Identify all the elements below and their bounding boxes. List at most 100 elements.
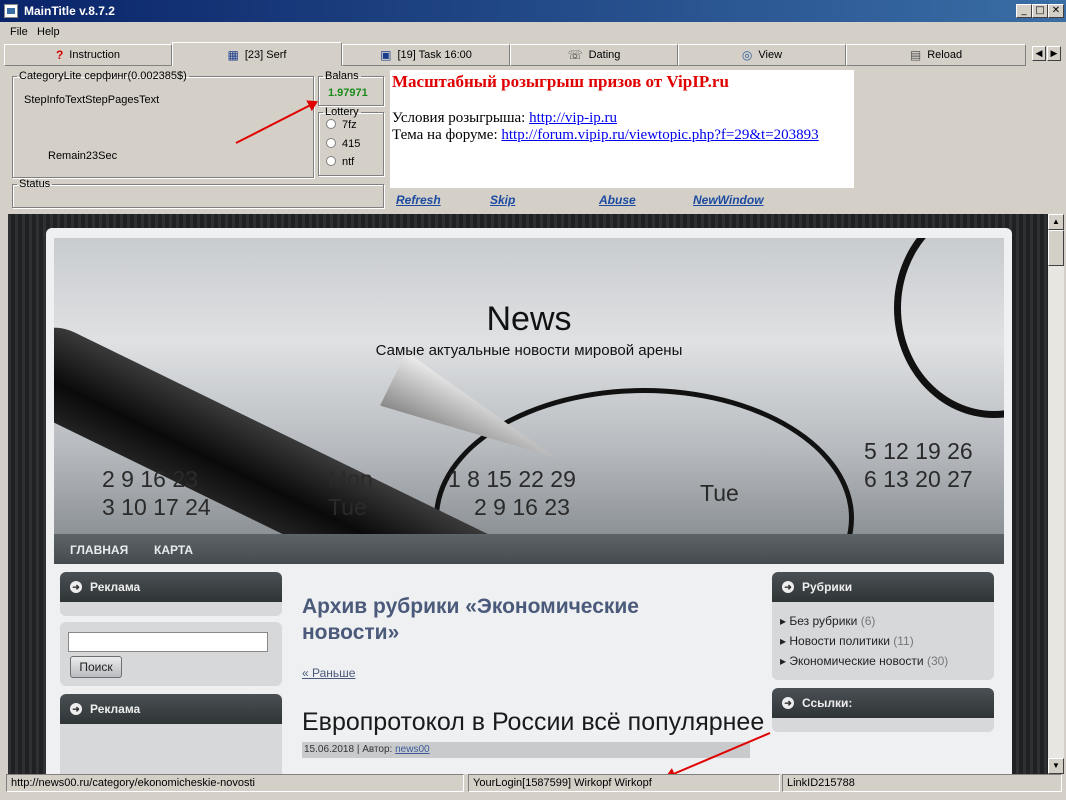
balans-value: 1.97971 — [328, 87, 368, 99]
scroll-up-icon[interactable]: ▲ — [1048, 214, 1064, 230]
status-bar: http://news00.ru/category/ekonomicheskie… — [0, 774, 1066, 792]
nav-home[interactable]: ГЛАВНАЯ — [70, 543, 128, 557]
calendar-text: 2 9 16 23 — [102, 466, 198, 492]
tab-scroll-left[interactable]: ◀ — [1032, 46, 1046, 61]
post-author-link[interactable]: news00 — [395, 744, 429, 755]
arrow-right-icon: ➜ — [70, 703, 82, 715]
widget-links-header: ➜ Ссылки: — [772, 688, 994, 718]
newwindow-link[interactable]: NewWindow — [693, 193, 764, 207]
skip-link[interactable]: Skip — [490, 193, 515, 207]
ad-line-label: Тема на форуме: — [392, 127, 502, 143]
category-item[interactable]: ▸ Без рубрики (6) — [780, 614, 948, 628]
calendar-text: Tue — [328, 494, 367, 520]
minimize-button[interactable]: _ — [1016, 4, 1032, 18]
lottery-option[interactable]: 415 — [326, 138, 360, 150]
arrow-right-icon: ➜ — [70, 581, 82, 593]
widget-ads-header: ➜ Реклама — [60, 572, 282, 602]
tab-instruction[interactable]: ? Instruction — [4, 44, 172, 66]
tab-label: Reload — [927, 49, 963, 61]
scroll-thumb[interactable] — [1048, 230, 1064, 266]
status-legend: Status — [19, 178, 51, 190]
widget-title: Реклама — [90, 580, 141, 594]
ad-line-forum: Тема на форуме: http://forum.vipip.ru/vi… — [392, 127, 852, 144]
close-button[interactable]: ✕ — [1048, 4, 1064, 18]
category-name: Без рубрики — [789, 614, 858, 628]
category-name: Новости политики — [789, 634, 890, 648]
ad-line-label: Условия розыгрыша: — [392, 110, 530, 126]
calendar-text: 6 13 20 27 — [864, 466, 973, 492]
ad-rules-link[interactable]: http://vip-ip.ru — [529, 110, 617, 126]
category-count: (11) — [893, 634, 914, 648]
category-item[interactable]: ▸ Экономические новости (30) — [780, 654, 948, 668]
lottery-option[interactable]: 7fz — [326, 119, 357, 131]
title-bar: MainTitle v.8.7.2 _ □ ✕ — [0, 0, 1066, 22]
view-icon: ◎ — [741, 48, 753, 62]
question-icon: ? — [55, 48, 64, 62]
refresh-link[interactable]: Refresh — [396, 193, 441, 207]
vertical-scrollbar[interactable]: ▲ ▼ — [1048, 214, 1064, 774]
search-button[interactable]: Поиск — [70, 656, 122, 678]
widget-ads2-body — [60, 724, 282, 774]
status-group: Status — [12, 178, 384, 208]
ad-forum-link[interactable]: http://forum.vipip.ru/viewtopic.php?f=29… — [501, 127, 818, 143]
site-title: News — [486, 300, 572, 338]
radio-icon — [326, 119, 336, 129]
archive-heading: Архив рубрики «Экономические новости» — [302, 595, 639, 644]
nav-map[interactable]: КАРТА — [154, 543, 193, 557]
menu-file[interactable]: File — [10, 26, 28, 38]
remain-text: Remain23Sec — [48, 150, 118, 162]
calendar-text: 5 12 19 26 — [864, 438, 973, 464]
tab-scroll-right[interactable]: ▶ — [1047, 46, 1061, 61]
radio-icon — [326, 138, 336, 148]
category-count: (30) — [926, 654, 949, 668]
search-input[interactable] — [68, 632, 268, 652]
ad-line-rules: Условия розыгрыша: http://vip-ip.ru — [392, 110, 852, 127]
ad-title: Масштабный розыгрыш призов от VipIP.ru — [392, 72, 729, 91]
widget-links-body — [772, 718, 994, 732]
arrow-right-icon: ➜ — [782, 581, 794, 593]
calendar-text: Tue — [700, 480, 739, 506]
grid-icon: ▤ — [909, 48, 922, 62]
calendar-text: 2 9 16 23 — [474, 494, 570, 520]
menu-bar: File Help — [0, 22, 1066, 42]
post-date: 15.06.2018 | Автор: — [304, 744, 396, 755]
lottery-option[interactable]: ntf — [326, 156, 354, 168]
tab-label: Instruction — [69, 49, 121, 61]
step-info-text: StepInfoTextStepPagesText — [24, 94, 160, 106]
tab-label: View — [758, 49, 783, 61]
widget-title: Реклама — [90, 702, 141, 716]
widget-title: Рубрики — [802, 580, 853, 594]
category-list: ▸ Без рубрики (6) ▸ Новости политики (11… — [780, 614, 948, 674]
widget-ads2-header: ➜ Реклама — [60, 694, 282, 724]
abuse-link[interactable]: Abuse — [599, 193, 636, 207]
site-header: 2 9 16 23 Mon 1 8 15 22 29 5 12 19 26 3 … — [54, 238, 1004, 534]
status-url: http://news00.ru/category/ekonomicheskie… — [6, 774, 464, 792]
status-link-id: LinkID215788 — [782, 774, 1062, 792]
tab-view[interactable]: ◎ View — [678, 44, 846, 66]
scroll-down-icon[interactable]: ▼ — [1048, 758, 1064, 774]
widget-ads-body — [60, 602, 282, 616]
arrow-right-icon: ➜ — [782, 697, 794, 709]
tab-serf[interactable]: ▦ [23] Serf — [172, 42, 342, 66]
widget-categories-header: ➜ Рубрики — [772, 572, 994, 602]
tab-reload[interactable]: ▤ Reload — [846, 44, 1026, 66]
tab-dating[interactable]: ☏ Dating — [510, 44, 678, 66]
widget-title: Ссылки: — [802, 696, 853, 710]
menu-help[interactable]: Help — [37, 26, 60, 38]
site-nav: ГЛАВНАЯ КАРТА — [54, 534, 1004, 564]
status-login: YourLogin[1587599] Wirkopf Wirkopf — [468, 774, 780, 792]
window-icon: ▣ — [380, 48, 392, 62]
lottery-label: 415 — [342, 138, 361, 150]
ad-banner[interactable]: Масштабный розыгрыш призов от VipIP.ru У… — [390, 70, 854, 188]
post-meta: 15.06.2018 | Автор: news00 — [302, 742, 750, 758]
lottery-label: 7fz — [342, 119, 357, 131]
lottery-legend: Lottery — [325, 106, 359, 118]
tab-label: [23] Serf — [244, 48, 287, 61]
tab-task[interactable]: ▣ [19] Task 16:00 — [342, 44, 510, 66]
prev-link[interactable]: « Раньше — [302, 666, 355, 680]
maximize-button[interactable]: □ — [1032, 4, 1048, 18]
tab-strip: ? Instruction ▦ [23] Serf ▣ [19] Task 16… — [0, 42, 1066, 66]
browser-view[interactable]: 2 9 16 23 Mon 1 8 15 22 29 5 12 19 26 3 … — [8, 214, 1048, 774]
category-item[interactable]: ▸ Новости политики (11) — [780, 634, 948, 648]
post-title[interactable]: Европротокол в России всё популярнее — [302, 708, 764, 737]
